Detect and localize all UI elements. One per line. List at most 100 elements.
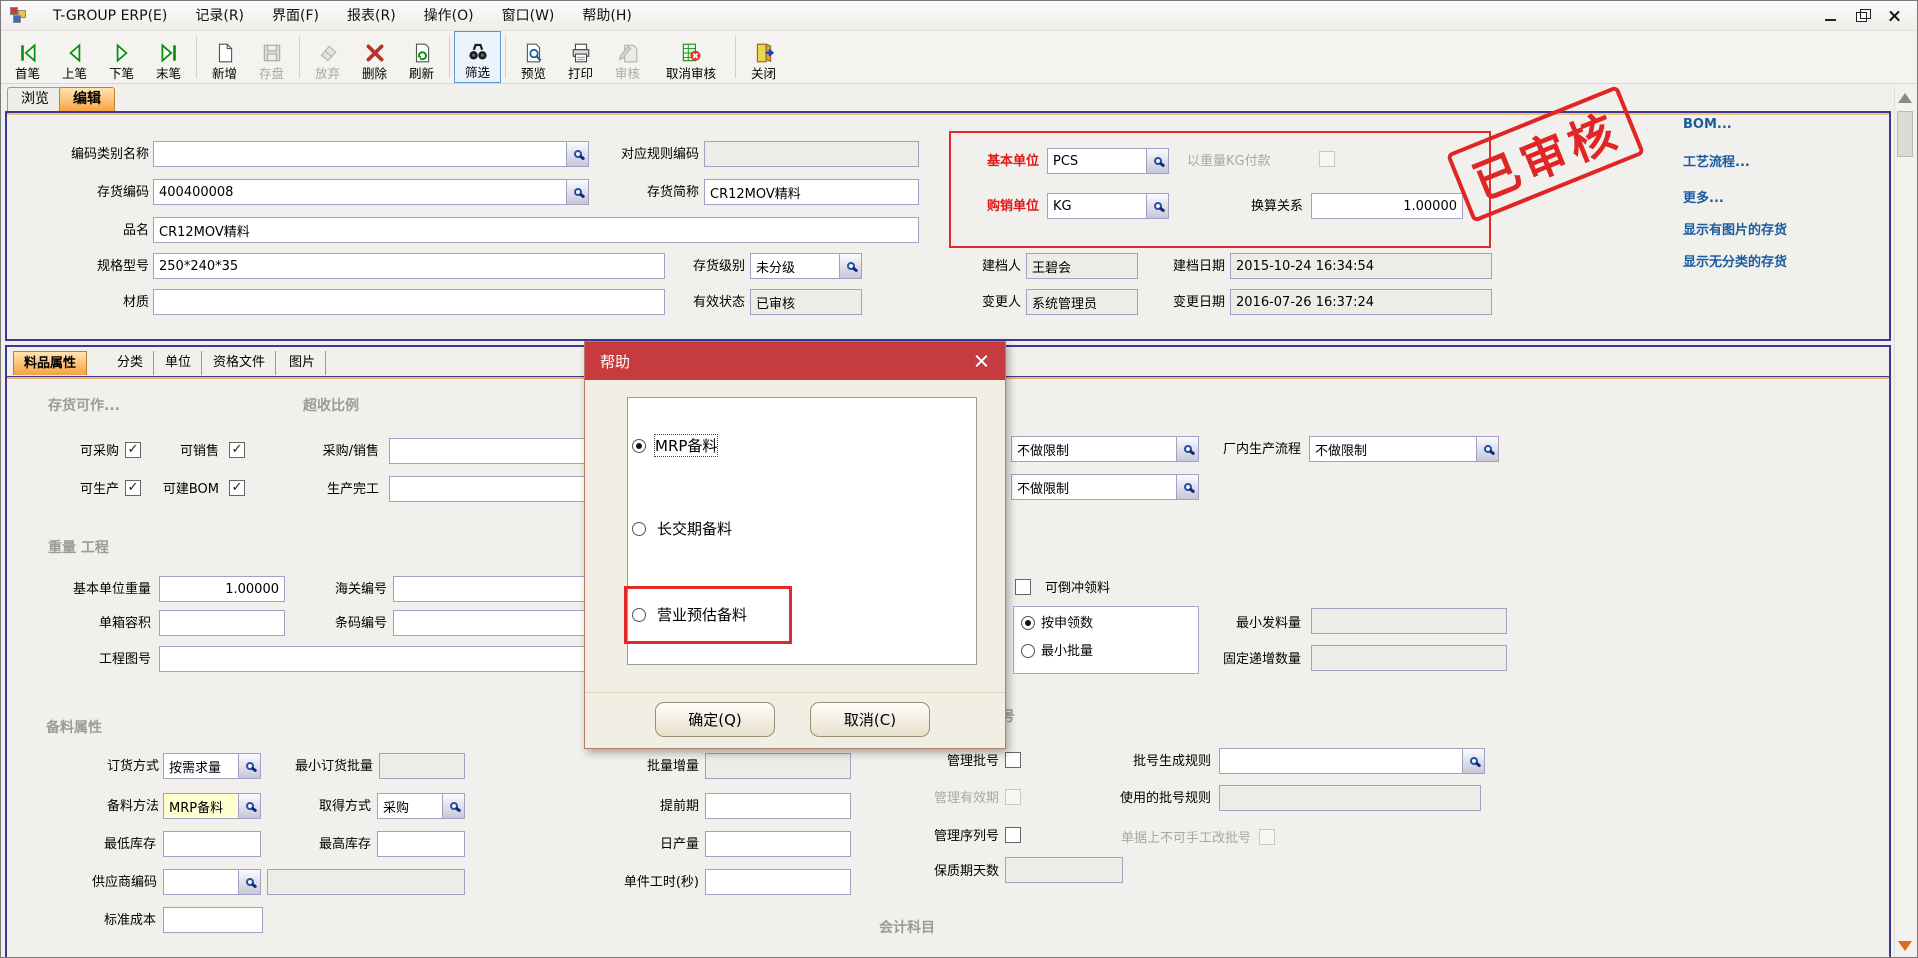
lookup-button[interactable] xyxy=(566,180,588,204)
vertical-scrollbar[interactable] xyxy=(1894,87,1915,957)
prep-method-field[interactable]: MRP备料 xyxy=(163,793,261,819)
dialog-title-bar[interactable]: 帮助 xyxy=(585,342,1005,380)
dialog-ok-button[interactable]: 确定(Q) xyxy=(655,702,775,737)
factory-flow-field[interactable]: 不做限制 xyxy=(1309,436,1499,462)
dialog-radio-mrp[interactable] xyxy=(632,439,646,453)
prev-record-button[interactable]: 上笔 xyxy=(51,31,98,83)
lookup-button[interactable] xyxy=(1476,437,1498,461)
bom-link[interactable]: BOM... xyxy=(1683,117,1732,132)
close-icon[interactable] xyxy=(1887,8,1903,24)
dialog-radio-long-lead[interactable] xyxy=(632,522,646,536)
shelf-life-field[interactable] xyxy=(1005,857,1123,883)
code-category-field[interactable] xyxy=(153,141,589,167)
filter-button[interactable]: 筛选 xyxy=(454,31,501,83)
tab-browse[interactable]: 浏览 xyxy=(7,87,63,112)
lookup-button[interactable] xyxy=(1176,437,1198,461)
dialog-radio-forecast[interactable] xyxy=(632,608,646,622)
show-unclassified-link[interactable]: 显示无分类的存货 xyxy=(1683,251,1787,270)
acquire-mode-field[interactable]: 采购 xyxy=(377,793,465,819)
menu-window[interactable]: 窗口(W) xyxy=(488,2,569,30)
restriction-field-1[interactable]: 不做限制 xyxy=(1011,436,1199,462)
lookup-button[interactable] xyxy=(1146,194,1168,218)
add-button[interactable]: 新增 xyxy=(201,31,248,83)
subtab-qualification[interactable]: 资格文件 xyxy=(203,351,276,375)
close-window-button[interactable]: 关闭 xyxy=(740,31,787,83)
subtab-category[interactable]: 分类 xyxy=(107,351,154,375)
lookup-button[interactable] xyxy=(566,142,588,166)
last-record-button[interactable]: 末笔 xyxy=(145,31,192,83)
box-volume-field[interactable] xyxy=(159,610,285,636)
production-done-field[interactable] xyxy=(389,476,601,502)
customs-field[interactable] xyxy=(393,576,593,602)
max-stock-field[interactable] xyxy=(377,831,465,857)
lookup-button[interactable] xyxy=(1462,749,1484,773)
dialog-option-mrp-label[interactable]: MRP备料 xyxy=(655,435,717,456)
min-stock-field[interactable] xyxy=(163,831,261,857)
menu-app[interactable]: T-GROUP ERP(E) xyxy=(39,2,181,30)
menu-report[interactable]: 报表(R) xyxy=(333,2,410,30)
trade-unit-field[interactable]: KG xyxy=(1047,193,1169,219)
order-mode-field[interactable]: 按需求量 xyxy=(163,753,261,779)
process-flow-link[interactable]: 工艺流程... xyxy=(1683,151,1750,170)
lookup-button[interactable] xyxy=(442,794,464,818)
can-bom-checkbox[interactable] xyxy=(229,480,245,496)
base-weight-field[interactable]: 1.00000 xyxy=(159,576,285,602)
dialog-cancel-button[interactable]: 取消(C) xyxy=(810,702,930,737)
by-request-radio[interactable] xyxy=(1021,616,1035,630)
daily-output-field[interactable] xyxy=(705,831,851,857)
lookup-button[interactable] xyxy=(1146,149,1168,173)
backflush-checkbox[interactable] xyxy=(1015,579,1031,595)
dialog-option-forecast-label[interactable]: 营业预估备料 xyxy=(657,604,747,625)
product-name-field[interactable]: CR12MOV精料 xyxy=(153,217,919,243)
conversion-field[interactable]: 1.00000 xyxy=(1311,193,1463,219)
barcode-field[interactable] xyxy=(393,610,593,636)
batch-rule-field[interactable] xyxy=(1219,748,1485,774)
menu-record[interactable]: 记录(R) xyxy=(181,2,258,30)
preview-button[interactable]: 预览 xyxy=(510,31,557,83)
base-unit-field[interactable]: PCS xyxy=(1047,148,1169,174)
subtab-item-attrs[interactable]: 料品属性 xyxy=(13,351,87,375)
lookup-button[interactable] xyxy=(238,870,260,894)
menu-interface[interactable]: 界面(F) xyxy=(258,2,333,30)
print-button[interactable]: 打印 xyxy=(557,31,604,83)
scroll-down-icon[interactable] xyxy=(1898,941,1912,951)
can-produce-checkbox[interactable] xyxy=(125,480,141,496)
std-cost-field[interactable] xyxy=(163,907,263,933)
min-batch-radio[interactable] xyxy=(1021,644,1035,658)
scroll-up-icon[interactable] xyxy=(1898,93,1912,103)
can-sell-checkbox[interactable] xyxy=(229,442,245,458)
purchase-sale-field[interactable] xyxy=(389,438,601,464)
lookup-button[interactable] xyxy=(839,254,861,278)
subtab-unit[interactable]: 单位 xyxy=(155,351,202,375)
menu-operate[interactable]: 操作(O) xyxy=(410,2,488,30)
scrollbar-thumb[interactable] xyxy=(1897,111,1913,157)
show-with-images-link[interactable]: 显示有图片的存货 xyxy=(1683,219,1787,238)
tab-edit[interactable]: 编辑 xyxy=(59,87,115,112)
lookup-button[interactable] xyxy=(1176,475,1198,499)
manage-serial-checkbox[interactable] xyxy=(1005,827,1021,843)
cancel-audit-button[interactable]: 取消审核 xyxy=(651,31,731,83)
spec-field[interactable]: 250*240*35 xyxy=(153,253,665,279)
dialog-option-long-lead-label[interactable]: 长交期备料 xyxy=(657,518,732,539)
material-field[interactable] xyxy=(153,289,665,315)
item-code-field[interactable]: 400400008 xyxy=(153,179,589,205)
minimize-icon[interactable] xyxy=(1823,8,1839,24)
lookup-button[interactable] xyxy=(238,794,260,818)
unit-hours-field[interactable] xyxy=(705,869,851,895)
next-record-button[interactable]: 下笔 xyxy=(98,31,145,83)
drawing-no-field[interactable] xyxy=(159,646,599,672)
lookup-button[interactable] xyxy=(238,754,260,778)
refresh-button[interactable]: 刷新 xyxy=(398,31,445,83)
level-field[interactable]: 未分级 xyxy=(750,253,862,279)
more-link[interactable]: 更多... xyxy=(1683,187,1724,206)
item-abbr-field[interactable]: CR12MOV精料 xyxy=(704,179,919,205)
dialog-close-icon[interactable] xyxy=(974,353,990,369)
first-record-button[interactable]: 首笔 xyxy=(4,31,51,83)
restriction-field-2[interactable]: 不做限制 xyxy=(1011,474,1199,500)
restore-icon[interactable] xyxy=(1855,8,1871,24)
manage-batch-checkbox[interactable] xyxy=(1005,752,1021,768)
delete-button[interactable]: 删除 xyxy=(351,31,398,83)
supplier-field[interactable] xyxy=(163,869,261,895)
lead-time-field[interactable] xyxy=(705,793,851,819)
subtab-picture[interactable]: 图片 xyxy=(279,351,326,375)
